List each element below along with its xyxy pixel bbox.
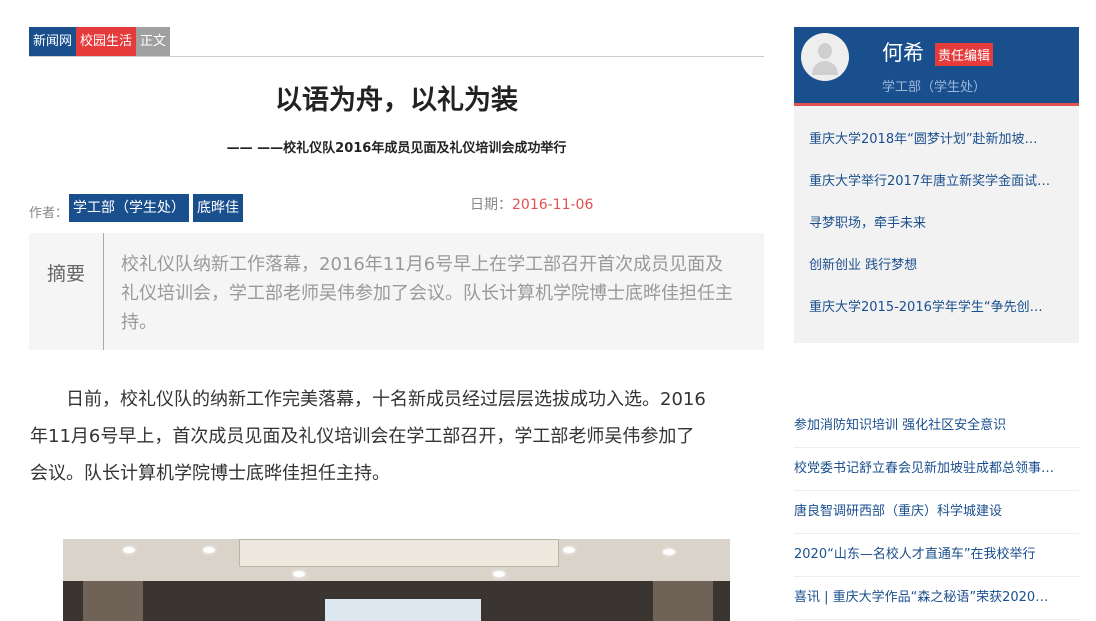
article-subtitle: —— ——校礼仪队2016年成员见面及礼仪培训会成功举行	[226, 141, 567, 156]
author-label: 作者：	[29, 206, 69, 221]
related-item[interactable]: 创新创业 践行梦想	[794, 245, 1079, 287]
breadcrumb-campus-life[interactable]: 校园生活	[76, 27, 137, 56]
abstract-text: 校礼仪队纳新工作落幕，2016年11月6号早上在学工部召开首次成员见面及礼仪培训…	[121, 254, 733, 333]
editor-badge: 责任编辑	[935, 43, 994, 66]
photo-ceiling	[63, 539, 730, 581]
news-list: 参加消防知识培训 强化社区安全意识 校党委书记舒立春会见新加坡驻成都总领事… 唐…	[794, 405, 1079, 620]
related-item[interactable]: 寻梦职场，牵手未来	[794, 203, 1079, 245]
breadcrumb-news[interactable]: 新闻网	[29, 27, 77, 56]
editor-dept: 学工部（学生处）	[882, 80, 987, 95]
news-item[interactable]: 参加消防知识培训 强化社区安全意识	[794, 405, 1079, 448]
editor-header: 何希 责任编辑 学工部（学生处）	[794, 27, 1079, 106]
news-item[interactable]: 喜讯 | 重庆大学作品“森之秘语”荣获2020…	[794, 577, 1079, 620]
news-item[interactable]: 2020“山东—名校人才直通车”在我校举行	[794, 534, 1079, 577]
author-tag-name[interactable]: 底晔佳	[193, 194, 243, 222]
date-label: 日期：	[470, 197, 512, 213]
article-main: 新闻网 校园生活 正文 以语为舟，以礼为装 —— ——校礼仪队2016年成员见面…	[29, 27, 764, 350]
related-item[interactable]: 重庆大学2015-2016学年学生“争先创…	[794, 287, 1079, 329]
breadcrumb-current: 正文	[136, 27, 171, 56]
date-value: 2016-11-06	[512, 197, 594, 213]
article-meta: 作者： 学工部（学生处） 底晔佳 日期：2016-11-06	[29, 194, 764, 226]
abstract-box: 摘要 校礼仪队纳新工作落幕，2016年11月6号早上在学工部召开首次成员见面及礼…	[29, 233, 764, 350]
related-item[interactable]: 重庆大学举行2017年唐立新奖学金面试…	[794, 161, 1079, 203]
editor-card: 何希 责任编辑 学工部（学生处） 重庆大学2018年“圆梦计划”赴新加坡… 重庆…	[794, 27, 1079, 343]
projector-screen	[325, 599, 481, 621]
related-item[interactable]: 重庆大学2018年“圆梦计划”赴新加坡…	[794, 119, 1079, 161]
news-item[interactable]: 校党委书记舒立春会见新加坡驻成都总领事…	[794, 448, 1079, 491]
news-item[interactable]: 唐良智调研西部（重庆）科学城建设	[794, 491, 1079, 534]
author-tag-dept[interactable]: 学工部（学生处）	[69, 194, 189, 222]
related-list: 重庆大学2018年“圆梦计划”赴新加坡… 重庆大学举行2017年唐立新奖学金面试…	[794, 106, 1079, 343]
article-body: 日前，校礼仪队的纳新工作完美落幕，十名新成员经过层层选拔成功入选。2016年11…	[30, 389, 706, 484]
article-date: 日期：2016-11-06	[470, 194, 593, 214]
article-photo	[63, 539, 730, 621]
avatar	[801, 33, 849, 81]
breadcrumb: 新闻网 校园生活 正文	[29, 27, 764, 57]
editor-name: 何希	[882, 41, 924, 65]
abstract-label: 摘要	[29, 233, 104, 350]
article-title: 以语为舟，以礼为装	[275, 85, 518, 116]
